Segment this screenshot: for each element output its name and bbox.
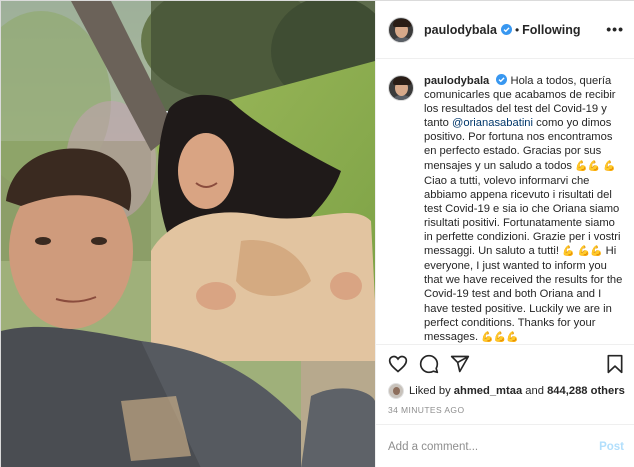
instagram-post-frame: paulodybala • Following ••• paulodybala …	[0, 0, 634, 467]
liked-by-prefix: Liked by	[409, 385, 451, 397]
verified-badge-icon	[500, 24, 512, 35]
caption-username[interactable]: paulodybala	[424, 75, 489, 87]
likes-summary: Liked by ahmed_mtaa and 844,288 others	[388, 382, 625, 400]
flexed-biceps-emoji-1: 💪	[603, 160, 616, 172]
post-photo[interactable]	[1, 1, 375, 467]
likes-conjunction: and	[525, 385, 544, 397]
flexed-biceps-emoji-2: 💪	[562, 246, 575, 258]
caption-text: paulodybala Hola a todos, quería comunic…	[424, 74, 626, 344]
flexed-biceps-emoji-pair-1: 💪💪	[575, 160, 601, 172]
flexed-biceps-emoji-triple: 💪💪💪	[481, 331, 519, 343]
add-comment-input[interactable]	[388, 440, 600, 453]
flexed-biceps-emoji-pair-2: 💪💪	[577, 246, 603, 258]
following-button[interactable]: Following	[522, 23, 580, 37]
post-header: paulodybala • Following •••	[376, 1, 634, 59]
caption-area: paulodybala Hola a todos, quería comunic…	[376, 59, 634, 345]
caption-mention-link[interactable]: @orianasabatini	[452, 117, 533, 129]
likes-count[interactable]: 844,288 others	[547, 385, 625, 397]
author-avatar[interactable]	[388, 16, 414, 43]
share-direct-icon[interactable]	[450, 354, 470, 374]
post-photo-image	[1, 1, 375, 467]
post-side-panel: paulodybala • Following ••• paulodybala …	[375, 1, 634, 467]
caption-english: Hi everyone, I just wanted to inform you…	[424, 245, 623, 343]
comment-icon[interactable]	[419, 354, 439, 374]
post-actions-bar	[376, 345, 634, 383]
post-timestamp[interactable]: 34 MINUTES AGO	[388, 405, 464, 415]
liker-avatar[interactable]	[388, 383, 404, 399]
save-bookmark-icon[interactable]	[606, 354, 624, 374]
caption-verified-badge-icon	[496, 74, 508, 85]
like-heart-icon[interactable]	[388, 354, 408, 374]
caption-author-avatar[interactable]	[388, 75, 414, 101]
liker-username[interactable]: ahmed_mtaa	[454, 385, 522, 397]
comment-bar: Post	[376, 424, 634, 467]
more-options-icon[interactable]: •••	[606, 21, 624, 37]
author-username[interactable]: paulodybala	[424, 23, 497, 37]
post-comment-button[interactable]: Post	[599, 441, 624, 453]
caption-italian: Ciao a tutti, volevo informarvi che abbi…	[424, 174, 621, 258]
header-separator: •	[514, 22, 520, 37]
